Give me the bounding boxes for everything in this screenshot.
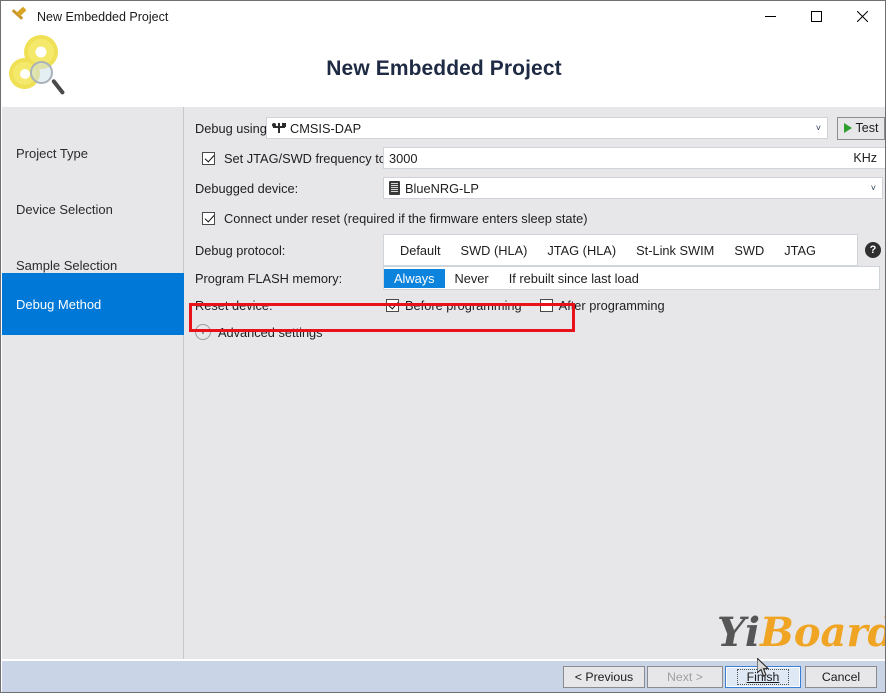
next-button: Next > <box>647 666 723 688</box>
dialog-footer: < Previous Next > Finish Cancel <box>2 661 885 692</box>
sidebar-item-label: Project Type <box>16 145 89 161</box>
test-button-label: Test <box>855 121 879 135</box>
frequency-value: 3000 <box>389 150 418 166</box>
chevron-down-icon: ˅ <box>870 182 876 193</box>
debug-protocol-row: Debug protocol: Default SWD (HLA) JTAG (… <box>184 234 885 266</box>
sidebar-item-device-selection[interactable]: Device Selection <box>2 181 184 237</box>
new-embedded-project-dialog: New Embedded Project New Embedded Projec… <box>0 0 886 693</box>
window-title: New Embedded Project <box>37 9 169 24</box>
debug-protocol-option-jtag-hla[interactable]: JTAG (HLA) <box>537 241 626 260</box>
minimize-icon[interactable] <box>747 1 793 32</box>
frequency-input[interactable]: 3000 <box>383 147 885 169</box>
debug-protocol-option-jtag[interactable]: JTAG <box>774 241 826 260</box>
close-icon[interactable] <box>839 1 885 32</box>
play-icon <box>843 123 852 133</box>
usb-icon <box>272 122 286 134</box>
program-flash-option-never[interactable]: Never <box>445 269 499 288</box>
debug-using-combobox[interactable]: CMSIS-DAP ˅ <box>266 117 828 139</box>
debug-protocol-option-default[interactable]: Default <box>390 241 451 260</box>
checkbox-icon <box>386 298 399 312</box>
chip-icon <box>389 181 400 195</box>
program-flash-option-if-rebuilt[interactable]: If rebuilt since last load <box>499 269 649 288</box>
debugged-device-row: Debugged device: BlueNRG-LP ˅ <box>184 176 885 200</box>
finish-button[interactable]: Finish <box>725 666 801 688</box>
help-icon[interactable]: ? <box>865 242 881 258</box>
previous-button[interactable]: < Previous <box>563 666 645 688</box>
jtag-frequency-row: Set JTAG/SWD frequency to: 3000 KHz <box>184 146 885 170</box>
sidebar-item-label: Device Selection <box>16 201 113 217</box>
test-button[interactable]: Test <box>837 116 885 140</box>
debug-protocol-options: Default SWD (HLA) JTAG (HLA) St-Link SWI… <box>383 234 858 266</box>
finish-button-label: Finish <box>746 670 780 684</box>
hammer-icon <box>8 6 30 28</box>
maximize-icon[interactable] <box>793 1 839 32</box>
checkbox-icon <box>202 151 215 165</box>
program-flash-label: Program FLASH memory: <box>195 270 343 286</box>
reset-before-programming-checkbox[interactable]: Before programming <box>386 298 522 313</box>
advanced-settings-label: Advanced settings <box>218 324 323 340</box>
debugged-device-label: Debugged device: <box>195 180 299 196</box>
frequency-unit-label: KHz <box>853 151 877 165</box>
cancel-button-label: Cancel <box>821 670 861 684</box>
debugged-device-combobox[interactable]: BlueNRG-LP ˅ <box>383 177 883 199</box>
debug-method-panel: Debug using: CMSIS-DAP ˅ Test Set JTAG/S… <box>184 107 885 659</box>
program-flash-options: Always Never If rebuilt since last load <box>383 266 880 290</box>
chevron-down-icon[interactable]: ˅ <box>195 324 211 340</box>
title-bar: New Embedded Project <box>1 1 885 32</box>
window-controls <box>747 1 885 32</box>
reset-after-programming-checkbox[interactable]: After programming <box>539 297 665 313</box>
connect-under-reset-row: Connect under reset (required if the fir… <box>184 206 885 230</box>
wizard-steps-sidebar: Project Type Device Selection Sample Sel… <box>2 107 184 659</box>
checkbox-icon <box>202 211 215 225</box>
sidebar-item-debug-method[interactable]: Debug Method <box>2 273 184 335</box>
page-title: New Embedded Project <box>326 57 562 80</box>
debug-protocol-option-stlink-swim[interactable]: St-Link SWIM <box>626 241 724 260</box>
advanced-settings-row[interactable]: ˅ Advanced settings <box>184 320 885 344</box>
chevron-down-icon: ˅ <box>815 122 821 133</box>
reset-before-programming-label: Before programming <box>405 297 522 313</box>
sidebar-item-label: Sample Selection <box>16 257 118 273</box>
debugged-device-value: BlueNRG-LP <box>405 180 479 196</box>
debug-using-row: Debug using: CMSIS-DAP ˅ Test <box>184 116 885 140</box>
dialog-banner: New Embedded Project <box>2 32 885 107</box>
debug-using-value: CMSIS-DAP <box>290 120 362 136</box>
reset-after-programming-label: After programming <box>558 297 665 313</box>
checkbox-icon <box>539 298 553 312</box>
set-frequency-checkbox[interactable]: Set JTAG/SWD frequency to: <box>202 151 389 166</box>
next-button-label: Next > <box>667 670 703 684</box>
reset-device-label: Reset device: <box>195 297 273 313</box>
reset-device-row: Reset device: Before programming After p… <box>184 292 885 318</box>
sidebar-item-label: Debug Method <box>16 296 102 312</box>
connect-under-reset-checkbox[interactable]: Connect under reset (required if the fir… <box>202 211 587 226</box>
set-frequency-label: Set JTAG/SWD frequency to: <box>224 150 390 166</box>
debug-protocol-option-swd[interactable]: SWD <box>724 241 774 260</box>
previous-button-label: < Previous <box>574 670 634 684</box>
debug-protocol-option-swd-hla[interactable]: SWD (HLA) <box>451 241 538 260</box>
program-flash-option-always[interactable]: Always <box>384 268 445 288</box>
program-flash-row: Program FLASH memory: Always Never If re… <box>184 266 885 290</box>
cancel-button[interactable]: Cancel <box>805 666 877 688</box>
debug-protocol-label: Debug protocol: <box>195 242 286 258</box>
sidebar-item-project-type[interactable]: Project Type <box>2 125 184 181</box>
connect-under-reset-label: Connect under reset (required if the fir… <box>224 210 588 226</box>
